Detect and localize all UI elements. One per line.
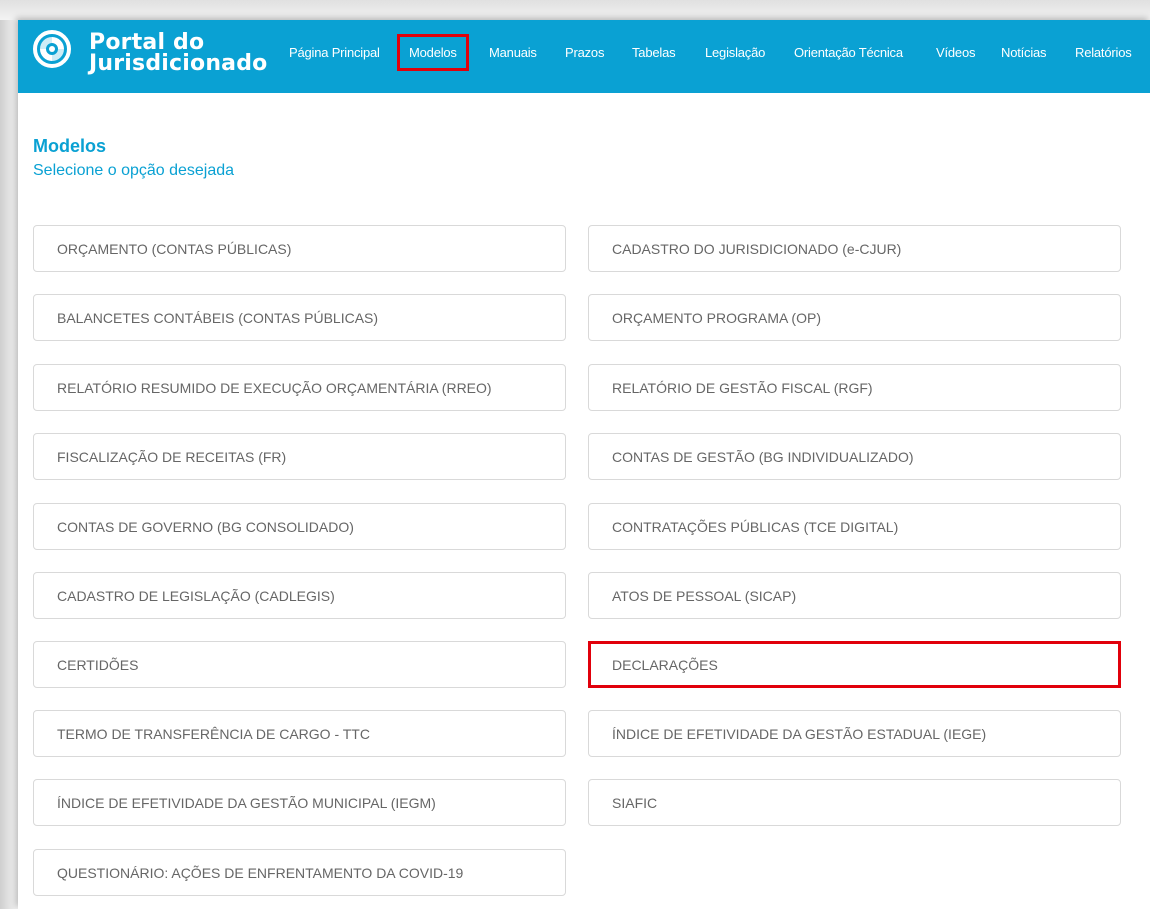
nav-videos[interactable]: Vídeos: [936, 45, 975, 60]
option-sicap[interactable]: ATOS DE PESSOAL (SICAP): [588, 572, 1121, 619]
window-edge-top: [0, 0, 1150, 20]
option-iege[interactable]: ÍNDICE DE EFETIVIDADE DA GESTÃO ESTADUAL…: [588, 710, 1121, 757]
option-contas-de-governo[interactable]: CONTAS DE GOVERNO (BG CONSOLIDADO): [33, 503, 566, 550]
site-header: Portal do Jurisdicionado Página Principa…: [18, 20, 1150, 93]
nav-pagina-principal[interactable]: Página Principal: [289, 45, 380, 60]
option-contas-de-gestao[interactable]: CONTAS DE GESTÃO (BG INDIVIDUALIZADO): [588, 433, 1121, 480]
option-contratacoes-publicas[interactable]: CONTRATAÇÕES PÚBLICAS (TCE DIGITAL): [588, 503, 1121, 550]
nav-tabelas[interactable]: Tabelas: [632, 45, 676, 60]
option-cadlegis[interactable]: CADASTRO DE LEGISLAÇÃO (CADLEGIS): [33, 572, 566, 619]
option-orcamento-contas-publicas[interactable]: ORÇAMENTO (CONTAS PÚBLICAS): [33, 225, 566, 272]
nav-noticias[interactable]: Notícias: [1001, 45, 1047, 60]
page-title: Modelos: [33, 136, 107, 156]
window-edge-left: [0, 0, 18, 909]
option-balancetes-contabeis[interactable]: BALANCETES CONTÁBEIS (CONTAS PÚBLICAS): [33, 294, 566, 341]
nav-relatorios[interactable]: Relatórios: [1075, 45, 1132, 60]
option-questionario-covid[interactable]: QUESTIONÁRIO: AÇÕES DE ENFRENTAMENTO DA …: [33, 849, 566, 896]
option-e-cjur[interactable]: CADASTRO DO JURISDICIONADO (e-CJUR): [588, 225, 1121, 272]
option-declaracoes[interactable]: DECLARAÇÕES: [588, 641, 1121, 688]
nav-modelos[interactable]: Modelos: [397, 34, 469, 71]
option-fiscalizacao-receitas[interactable]: FISCALIZAÇÃO DE RECEITAS (FR): [33, 433, 566, 480]
option-rreo[interactable]: RELATÓRIO RESUMIDO DE EXECUÇÃO ORÇAMENTÁ…: [33, 364, 566, 411]
option-rgf[interactable]: RELATÓRIO DE GESTÃO FISCAL (RGF): [588, 364, 1121, 411]
page: Portal do Jurisdicionado Página Principa…: [18, 20, 1150, 909]
nav-legislacao[interactable]: Legislação: [705, 45, 765, 60]
option-certidoes[interactable]: CERTIDÕES: [33, 641, 566, 688]
nav-prazos[interactable]: Prazos: [565, 45, 604, 60]
nav-manuais[interactable]: Manuais: [489, 45, 537, 60]
page-subtitle: Selecione o opção desejada: [33, 162, 235, 179]
main-nav: Página Principal Modelos Manuais Prazos …: [18, 20, 1150, 93]
option-iegm[interactable]: ÍNDICE DE EFETIVIDADE DA GESTÃO MUNICIPA…: [33, 779, 566, 826]
nav-orientacao-tecnica[interactable]: Orientação Técnica: [794, 45, 903, 60]
option-orcamento-programa[interactable]: ORÇAMENTO PROGRAMA (OP): [588, 294, 1121, 341]
option-siafic[interactable]: SIAFIC: [588, 779, 1121, 826]
option-ttc[interactable]: TERMO DE TRANSFERÊNCIA DE CARGO - TTC: [33, 710, 566, 757]
